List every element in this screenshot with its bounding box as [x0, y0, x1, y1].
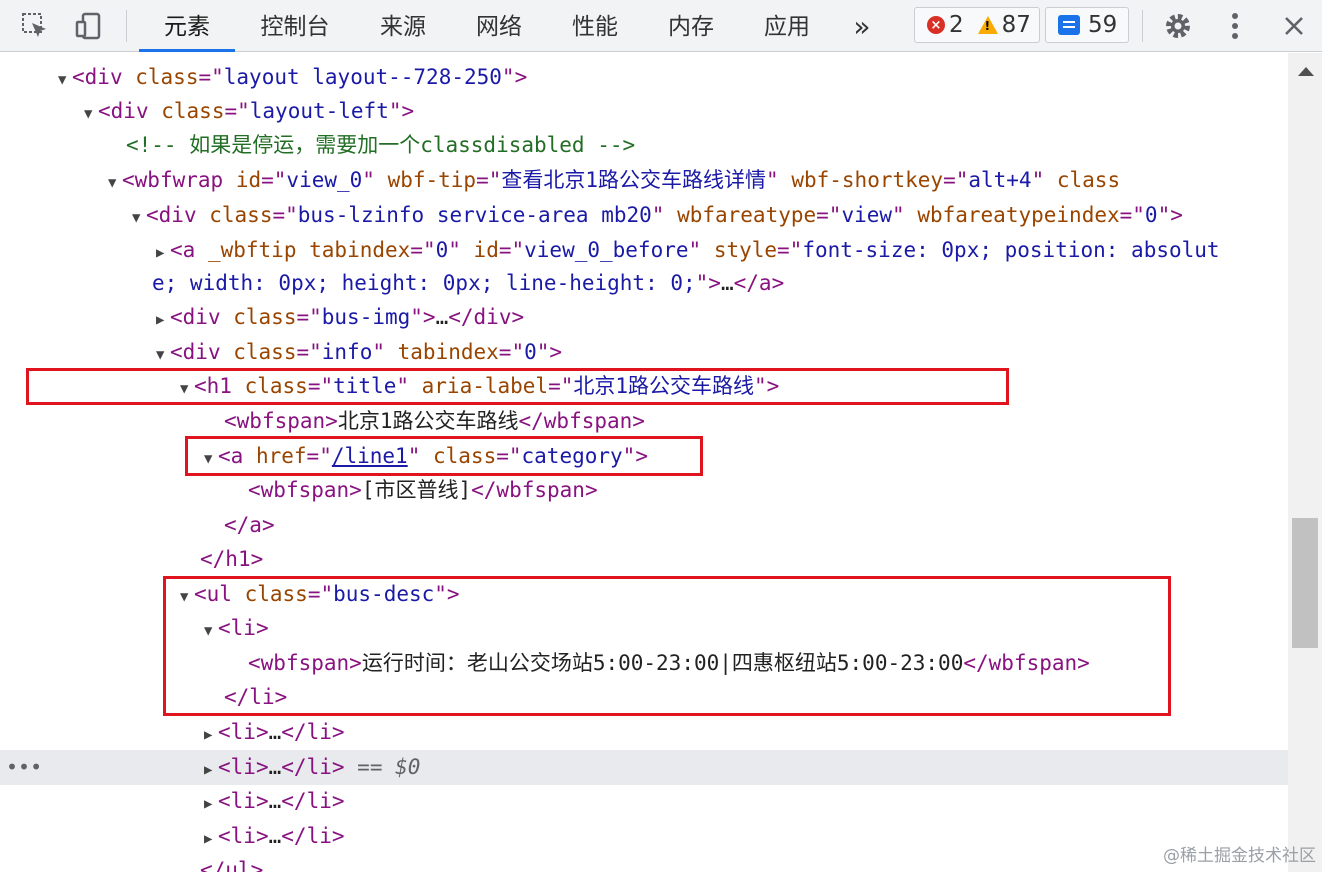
tree-row-comment[interactable]: <!-- 如果是停运，需要加一个classdisabled -->: [0, 128, 1288, 163]
issues-counter[interactable]: × 2 ! 87: [914, 7, 1040, 43]
tree-row[interactable]: ▼ <div class="bus-lzinfo service-area mb2…: [0, 198, 1288, 233]
tree-row[interactable]: ▶ <div class="bus-img">…</div>: [0, 300, 1288, 335]
tree-row[interactable]: </h1>: [0, 542, 1288, 577]
more-options-icon[interactable]: [1220, 0, 1250, 52]
tab-sources[interactable]: 来源: [366, 0, 440, 52]
inspect-element-icon[interactable]: [18, 0, 52, 52]
toolbar-divider: [126, 10, 127, 42]
tree-row[interactable]: ▼ <wbfwrap id="view_0" wbf-tip="查看北京1路公交车…: [0, 163, 1288, 198]
scrollbar-thumb[interactable]: [1292, 518, 1318, 648]
tab-elements[interactable]: 元素: [139, 0, 235, 52]
tree-row[interactable]: <wbfspan>[市区普线]</wbfspan>: [0, 473, 1288, 508]
tab-network[interactable]: 网络: [462, 0, 536, 52]
error-count: 2: [949, 12, 964, 38]
close-icon[interactable]: [1278, 0, 1310, 52]
error-icon: ×: [927, 16, 945, 34]
scroll-up-arrow-icon[interactable]: [1298, 67, 1314, 76]
toolbar-divider: [1142, 10, 1143, 42]
more-tabs-button[interactable]: »: [840, 0, 884, 52]
row-menu-dots[interactable]: •••: [6, 750, 42, 785]
tab-application[interactable]: 应用: [750, 0, 824, 52]
tab-console[interactable]: 控制台: [247, 0, 343, 52]
tree-row[interactable]: ▼ <div class="layout layout--728-250">: [0, 60, 1288, 95]
tree-row[interactable]: </ul>: [0, 853, 1288, 872]
tree-row-selected[interactable]: ••• ▶ <li>…</li> == $0: [0, 750, 1288, 785]
message-count: 59: [1088, 12, 1118, 38]
tree-row[interactable]: ▶ <li>…</li>: [0, 715, 1288, 750]
highlight-box-bus-desc: [163, 576, 1171, 716]
warning-count: 87: [1001, 12, 1031, 38]
tree-row-wrap[interactable]: e; width: 0px; height: 0px; line-height:…: [0, 266, 1288, 301]
tab-memory[interactable]: 内存: [654, 0, 728, 52]
tree-row[interactable]: ▶ <a _wbftip tabindex="0" id="view_0_befo…: [0, 233, 1288, 268]
devtools-toolbar: 元素 控制台 来源 网络 性能 内存 应用 » × 2 ! 87 59: [0, 0, 1322, 52]
settings-gear-icon[interactable]: [1160, 0, 1196, 52]
device-toolbar-icon[interactable]: [72, 0, 106, 52]
elements-tree: ▼ <div class="layout layout--728-250"> ▼ <…: [0, 53, 1288, 872]
message-icon: [1058, 15, 1080, 35]
watermark: @稀土掘金技术社区: [1163, 846, 1316, 866]
tab-performance[interactable]: 性能: [558, 0, 632, 52]
highlight-box-h1: [26, 368, 1009, 405]
tree-row[interactable]: ▼ <div class="layout-left">: [0, 94, 1288, 129]
tree-row[interactable]: <wbfspan>北京1路公交车路线</wbfspan>: [0, 404, 1288, 439]
tree-row[interactable]: ▼ <div class="info" tabindex="0">: [0, 335, 1288, 370]
vertical-scrollbar[interactable]: [1288, 53, 1322, 872]
tree-row[interactable]: ▶ <li>…</li>: [0, 819, 1288, 854]
messages-counter[interactable]: 59: [1045, 7, 1129, 43]
tree-row[interactable]: </a>: [0, 508, 1288, 543]
warning-icon: !: [977, 16, 998, 34]
highlight-box-category-link: [185, 436, 703, 476]
tree-row[interactable]: ▶ <li>…</li>: [0, 784, 1288, 819]
